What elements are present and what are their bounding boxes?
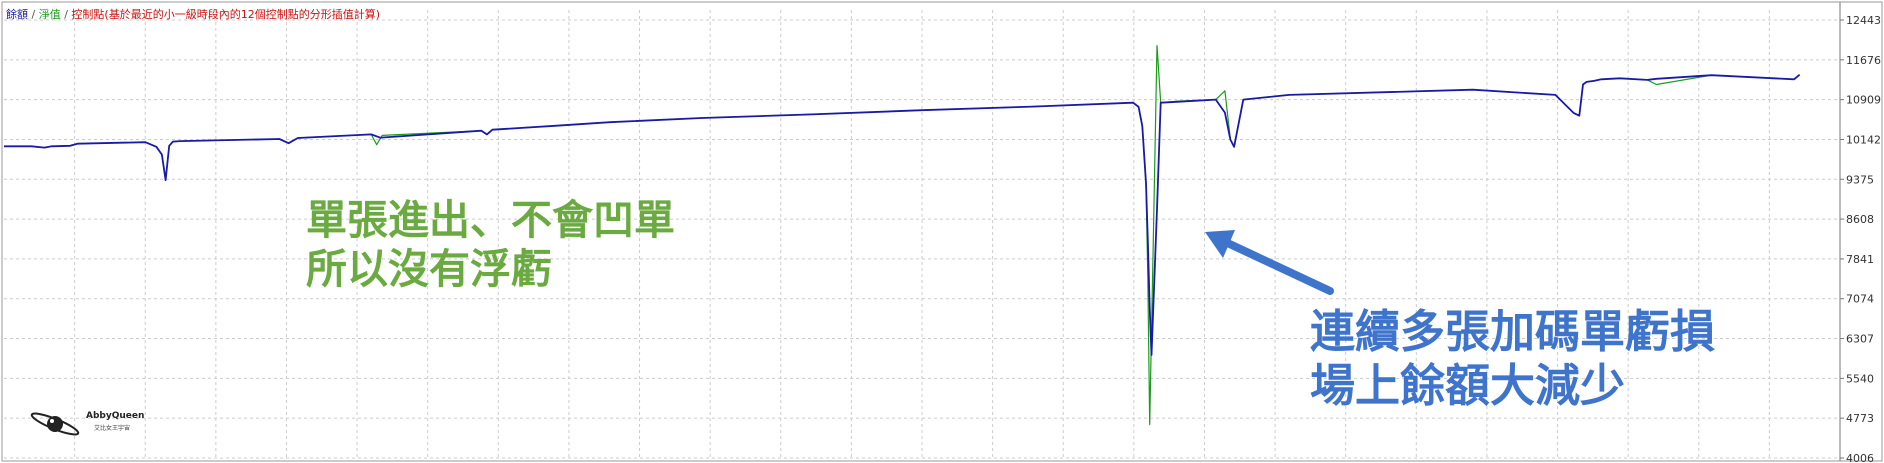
y-tick-label: 7841 <box>1846 253 1874 266</box>
annotation-line: 所以沒有浮虧 <box>306 245 552 294</box>
abbyqueen-logo: AbbyQueen 艾比女王宇宙 <box>28 411 144 441</box>
annotation-line: 場上餘額大減少 <box>1310 359 1626 412</box>
y-tick-label: 11676 <box>1846 54 1881 67</box>
y-axis: 12443 11676 10909 10142 9375 8608 7841 7074 6307… <box>1840 14 1881 463</box>
annotation-no-floating-loss: 單張進出、不會凹單 所以沒有浮虧 <box>306 196 675 294</box>
arrow-shaft <box>1215 235 1334 295</box>
y-tick-label: 10909 <box>1846 94 1881 107</box>
logo-name: AbbyQueen <box>86 411 145 421</box>
y-tick-label: 4773 <box>1846 412 1874 425</box>
y-tick-label: 9375 <box>1846 173 1874 186</box>
y-tick-label: 7074 <box>1846 293 1874 306</box>
y-tick-label: 4006 <box>1846 452 1874 463</box>
legend-balance: 餘額 <box>6 8 28 21</box>
y-tick-label: 10142 <box>1846 133 1881 146</box>
logo-subtitle: 艾比女王宇宙 <box>94 425 131 432</box>
legend-equity: 淨值 <box>38 8 61 21</box>
legend-control-points: 控制點(基於最近的小一級時段內的12個控制點的分形插值計算) <box>71 8 380 21</box>
legend-separator: / <box>60 8 72 21</box>
legend-separator: / <box>28 8 39 21</box>
annotation-balance-drop: 連續多張加碼單虧損 場上餘額大減少 <box>1310 305 1715 413</box>
y-tick-label: 8608 <box>1846 213 1874 226</box>
planet-logo-icon <box>30 412 80 436</box>
annotation-line: 單張進出、不會凹單 <box>306 196 675 244</box>
chart-legend: 餘額 / 淨值 / 控制點(基於最近的小一級時段內的12個控制點的分形插值計算) <box>6 6 380 22</box>
y-tick-label: 5540 <box>1846 372 1874 385</box>
y-tick-label: 6307 <box>1846 333 1874 346</box>
callout-arrow <box>1205 230 1334 295</box>
annotation-line: 連續多張加碼單虧損 <box>1310 305 1716 358</box>
y-tick-label: 12443 <box>1846 14 1881 27</box>
